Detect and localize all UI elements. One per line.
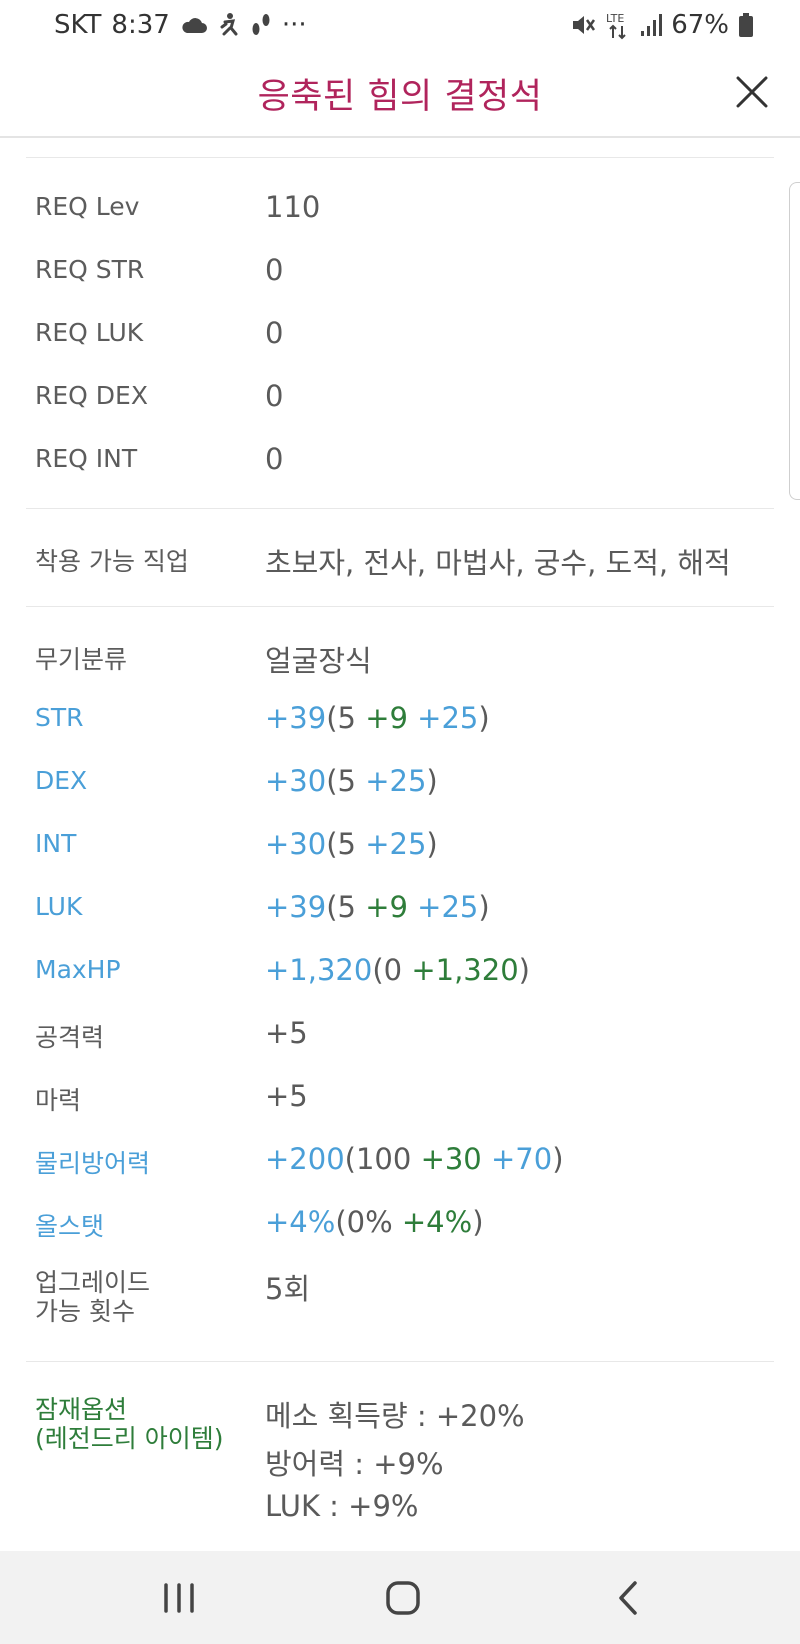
stat-row-attack: 공격력 +5 [35,1016,770,1058]
page-title: 응축된 힘의 결정석 [257,77,543,117]
stat-row-str: STR +39(5 +9 +25) [35,701,770,743]
carrier-label: SKT [54,10,102,40]
stat-label: LUK [35,892,83,921]
stat-row-allstat: 올스탯 +4%(0% +4%) [35,1205,770,1247]
signal-icon [640,13,663,37]
stat-label: 물리방어력 [35,1149,151,1178]
stat-value: +200(100 +30 +70) [265,1142,564,1176]
cloud-icon [180,15,208,35]
stat-value: +30(5 +25) [265,827,438,861]
home-icon [386,1581,420,1615]
recent-apps-icon [164,1583,194,1613]
activity-icon [218,12,240,38]
stat-value: +30(5 +25) [265,764,438,798]
mute-icon [570,12,596,38]
req-label: REQ INT [35,444,138,473]
scroll-indicator [789,182,800,500]
req-value: 110 [265,190,321,224]
stat-label: DEX [35,766,88,795]
stat-value: +1,320(0 +1,320) [265,953,530,987]
footsteps-icon [250,12,272,38]
stat-row-maxhp: MaxHP +1,320(0 +1,320) [35,953,770,995]
potential-option: 메소 획득량 : +20% [265,1399,525,1433]
stat-row-luk: LUK +39(5 +9 +25) [35,890,770,932]
status-bar: SKT 8:37 ··· LTE 67% [0,0,800,50]
req-value: 0 [265,379,284,413]
battery-icon [738,12,754,38]
jobs-label: 착용 가능 직업 [35,547,189,576]
back-button[interactable] [603,1575,653,1621]
req-label: REQ Lev [35,192,140,221]
req-value: 0 [265,253,284,287]
req-row-str: REQ STR 0 [35,253,770,295]
status-left: SKT 8:37 ··· [54,8,307,42]
battery-percent: 67% [671,10,729,40]
category-value: 얼굴장식 [265,644,372,678]
category-label: 무기분류 [35,645,128,674]
stat-row-defense: 물리방어력 +200(100 +30 +70) [35,1142,770,1184]
potential-row: 잠재옵션 (레전드리 아이템) 메소 획득량 : +20% 방어력 : +9% L… [35,1395,770,1525]
stat-label: INT [35,829,77,858]
svg-text:LTE: LTE [606,12,624,25]
req-row-int: REQ INT 0 [35,442,770,484]
home-button[interactable] [378,1575,428,1621]
divider [26,1361,774,1362]
potential-label: 잠재옵션 (레전드리 아이템) [35,1395,224,1453]
req-label: REQ DEX [35,381,148,410]
req-label: REQ LUK [35,318,144,347]
category-row: 무기분류 얼굴장식 [35,640,770,680]
stat-row-int: INT +30(5 +25) [35,827,770,869]
potential-option: LUK : +9% [265,1489,419,1523]
stat-row-dex: DEX +30(5 +25) [35,764,770,806]
stat-row-magic: 마력 +5 [35,1079,770,1121]
req-label: REQ STR [35,255,145,284]
lte-icon: LTE [605,10,631,40]
close-button[interactable] [730,70,774,114]
req-row-level: REQ Lev 110 [35,190,770,232]
stat-value: +5 [265,1079,308,1113]
stat-label: 업그레이드 가능 횟수 [35,1268,151,1326]
req-row-dex: REQ DEX 0 [35,379,770,421]
clock: 8:37 [111,10,170,40]
stat-label: 공격력 [35,1023,105,1052]
divider [26,157,774,158]
stat-label: 마력 [35,1086,82,1115]
navigation-bar [0,1551,800,1644]
stat-value: +39(5 +9 +25) [265,890,490,924]
potential-option: 방어력 : +9% [265,1447,444,1481]
stat-value: +39(5 +9 +25) [265,701,490,735]
req-value: 0 [265,316,284,350]
stat-label: 올스탯 [35,1212,105,1241]
modal-header: 응축된 힘의 결정석 [0,50,800,138]
close-icon [736,76,768,108]
status-right: LTE 67% [570,8,754,42]
jobs-row: 착용 가능 직업 초보자, 전사, 마법사, 궁수, 도적, 해적 [35,542,770,582]
back-icon [619,1581,637,1615]
divider [26,606,774,607]
divider [26,508,774,509]
stat-row-upgrade: 업그레이드 가능 횟수 5회 [35,1268,770,1330]
stat-value: +5 [265,1016,308,1050]
req-value: 0 [265,442,284,476]
stat-value: 5회 [265,1272,311,1306]
more-notifications-icon: ··· [281,10,307,40]
stat-label: STR [35,703,84,732]
jobs-value: 초보자, 전사, 마법사, 궁수, 도적, 해적 [265,546,731,580]
req-row-luk: REQ LUK 0 [35,316,770,358]
stat-value: +4%(0% +4%) [265,1205,484,1239]
recent-apps-button[interactable] [154,1575,204,1621]
stat-label: MaxHP [35,955,121,984]
